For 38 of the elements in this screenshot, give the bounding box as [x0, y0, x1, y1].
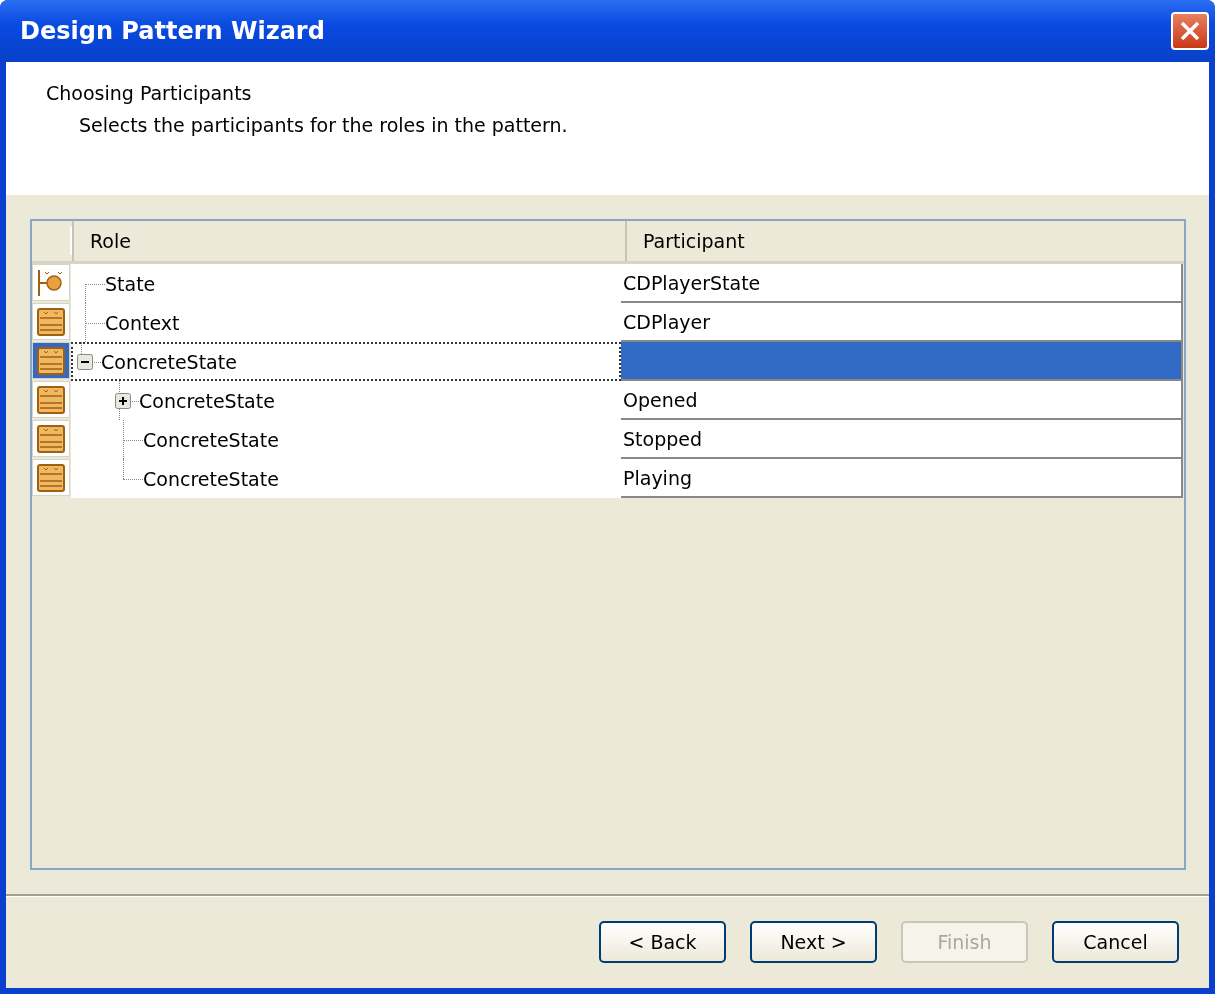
class-icon: [36, 462, 66, 493]
participant-cell[interactable]: Stopped: [621, 420, 1183, 459]
close-button[interactable]: [1171, 12, 1209, 50]
participant-cell[interactable]: CDPlayer: [621, 303, 1183, 342]
minus-box-icon[interactable]: [77, 353, 93, 370]
role-label: Context: [105, 311, 180, 334]
role-label: ConcreteState: [143, 428, 279, 451]
wizard-button[interactable]: Next >: [750, 921, 877, 963]
wizard-button[interactable]: Cancel: [1052, 921, 1179, 963]
page-title: Choosing Participants: [46, 82, 253, 104]
column-header[interactable]: Role: [72, 221, 625, 261]
participant-cell[interactable]: Playing: [621, 459, 1183, 498]
row-icon-cell[interactable]: [32, 381, 70, 418]
page-description: Selects the participants for the roles in the pattern.: [78, 114, 569, 136]
class-icon: [36, 306, 66, 337]
tree-line: [85, 303, 105, 342]
column-header[interactable]: Participant: [625, 221, 1178, 261]
row-icon-cell[interactable]: [32, 420, 70, 457]
row-icon-cell[interactable]: [32, 342, 70, 379]
participant-cell[interactable]: CDPlayerState: [621, 264, 1183, 303]
plus-box-icon[interactable]: [115, 392, 131, 409]
row-icon-cell[interactable]: [32, 303, 70, 340]
role-label: ConcreteState: [101, 350, 237, 373]
role-label: State: [105, 272, 156, 295]
tree-line: [123, 420, 143, 459]
close-icon: [1179, 20, 1201, 42]
class-icon: [36, 423, 66, 454]
row-icon-cell[interactable]: [32, 459, 70, 496]
tree-line: [119, 381, 139, 420]
class-icon: [36, 345, 66, 376]
window-title: Design Pattern Wizard: [20, 17, 325, 45]
wizard-button[interactable]: < Back: [599, 921, 726, 963]
participant-cell[interactable]: Opened: [621, 381, 1183, 420]
role-label: ConcreteState: [139, 389, 275, 412]
class-icon: [36, 384, 66, 415]
role-label: ConcreteState: [143, 467, 279, 490]
row-icon-cell[interactable]: [32, 264, 70, 301]
participant-cell[interactable]: [621, 342, 1183, 381]
